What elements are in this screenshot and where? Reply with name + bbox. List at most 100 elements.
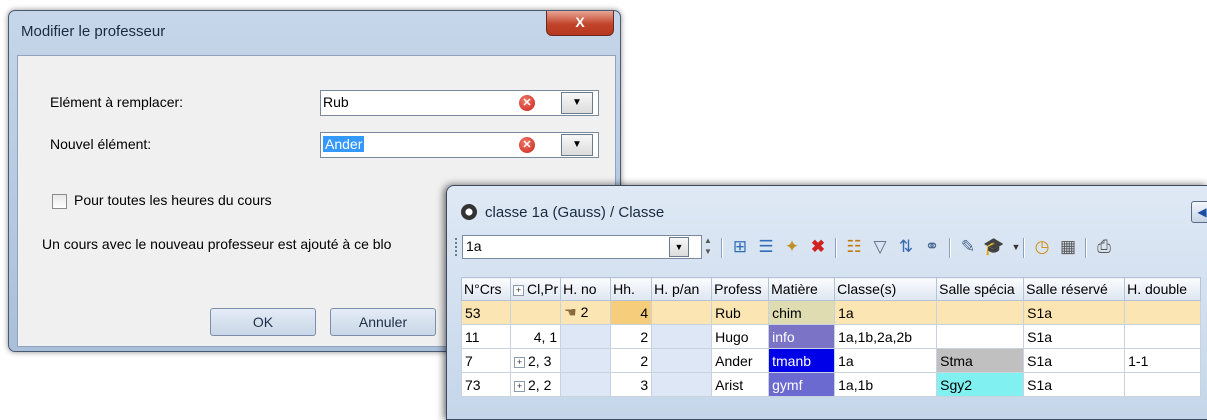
cell-class-prof[interactable]: [509, 300, 562, 325]
cell-course-number[interactable]: 7: [461, 348, 511, 373]
link-icon[interactable]: ⚭: [921, 236, 943, 258]
cell-class-prof-value: 2, 3: [528, 352, 552, 369]
cell-h-per-year[interactable]: [651, 324, 713, 349]
cell-h-per-year[interactable]: [651, 348, 713, 373]
window-action-icon[interactable]: ◀: [1191, 201, 1207, 223]
cell-subject[interactable]: info: [768, 324, 836, 349]
cell-h-per-year[interactable]: [651, 300, 713, 325]
class-selector[interactable]: 1a ▼: [462, 235, 702, 259]
cell-double-hour[interactable]: [1124, 324, 1202, 349]
cell-reserved-room[interactable]: S1a: [1023, 372, 1126, 397]
toolbar-separator: [1023, 238, 1025, 258]
cell-reserved-room[interactable]: S1a: [1023, 348, 1126, 373]
cell-h-no[interactable]: ☚ 2: [560, 300, 612, 325]
cell-double-hour[interactable]: [1124, 300, 1202, 325]
dropdown-arrow-icon[interactable]: ▼: [561, 134, 593, 156]
cell-teacher[interactable]: Hugo: [711, 324, 770, 349]
column-header[interactable]: Salle réservé: [1023, 277, 1126, 301]
cell-double-hour[interactable]: 1-1: [1124, 348, 1202, 373]
new-element-value[interactable]: Ander: [323, 136, 365, 152]
table-row[interactable]: 11 4, 1 2 Hugo info 1a,1b,2a,2b S1a: [461, 324, 1202, 349]
cell-classes[interactable]: 1a: [834, 348, 938, 373]
expand-icon[interactable]: +: [514, 356, 525, 368]
cell-special-room[interactable]: Sgy2: [936, 372, 1025, 397]
cell-special-room[interactable]: [936, 300, 1025, 325]
cell-hh[interactable]: 4: [610, 300, 653, 325]
cell-special-room[interactable]: Stma: [936, 348, 1025, 373]
cell-teacher[interactable]: Rub: [711, 300, 770, 325]
column-header[interactable]: Matière: [768, 277, 836, 301]
column-header[interactable]: Hh.: [610, 277, 653, 301]
new-element-label: Nouvel élément:: [50, 136, 152, 152]
delete-icon[interactable]: ✖: [807, 236, 829, 258]
grid-add-icon[interactable]: ⊞: [729, 236, 751, 258]
list-edit-icon[interactable]: ☷: [843, 236, 865, 258]
new-item-icon[interactable]: ✦: [781, 236, 803, 258]
cell-course-number[interactable]: 11: [461, 324, 511, 349]
cell-classes[interactable]: 1a,1b: [834, 372, 938, 397]
close-button[interactable]: X: [546, 11, 614, 36]
cell-hh[interactable]: 2: [610, 324, 653, 349]
clear-icon[interactable]: ✕: [519, 95, 535, 111]
column-header[interactable]: Profess: [711, 277, 770, 301]
ok-button[interactable]: OK: [210, 308, 316, 336]
cell-class-prof[interactable]: 4, 1: [509, 324, 562, 349]
column-header-label[interactable]: Cl,Pr: [527, 281, 558, 297]
cell-classes[interactable]: 1a: [834, 300, 938, 325]
cell-class-prof[interactable]: +2, 3: [509, 348, 562, 373]
clear-icon[interactable]: ✕: [519, 137, 535, 153]
column-header[interactable]: H. double: [1124, 277, 1202, 301]
column-header[interactable]: H. p/an: [651, 277, 713, 301]
cell-double-hour[interactable]: [1124, 372, 1202, 397]
cell-reserved-room[interactable]: S1a: [1023, 300, 1126, 325]
cell-subject[interactable]: chim: [768, 300, 836, 325]
cell-reserved-room[interactable]: S1a: [1023, 324, 1126, 349]
cell-teacher[interactable]: Arist: [711, 372, 770, 397]
table-row[interactable]: 7 +2, 3 2 Ander tmanb 1a Stma S1a 1-1: [461, 348, 1202, 373]
cell-subject[interactable]: tmanb: [768, 348, 836, 373]
dropdown-arrow-icon[interactable]: ▼: [561, 92, 593, 114]
sort-icon[interactable]: ⇅: [895, 236, 917, 258]
toolbar-grip[interactable]: [455, 238, 460, 256]
cell-course-number[interactable]: 73: [461, 372, 511, 397]
all-hours-checkbox[interactable]: [52, 194, 67, 209]
calculator-icon[interactable]: ▦: [1057, 236, 1079, 258]
class-selector-value[interactable]: 1a: [466, 238, 482, 254]
column-header[interactable]: Classe(s): [834, 277, 938, 301]
cell-h-no[interactable]: [560, 348, 612, 373]
cell-subject[interactable]: gymf: [768, 372, 836, 397]
cell-h-no-value: 2: [580, 304, 589, 320]
info-text: Un cours avec le nouveau professeur est …: [42, 236, 392, 252]
spinner-icon[interactable]: ▲ ▼: [702, 235, 714, 257]
column-header[interactable]: + Cl,Pr: [509, 277, 562, 301]
table-row[interactable]: 53 ☚ 2 4 Rub chim 1a S1a: [461, 300, 1202, 325]
replace-label: Elément à remplacer:: [50, 94, 184, 110]
cell-course-number[interactable]: 53: [461, 300, 511, 325]
expand-icon[interactable]: +: [513, 285, 524, 296]
list-icon[interactable]: ☰: [755, 236, 777, 258]
filter-icon[interactable]: ▽: [869, 236, 891, 258]
cell-classes[interactable]: 1a,1b,2a,2b: [834, 324, 938, 349]
dropdown-arrow-icon[interactable]: ▼: [669, 237, 689, 257]
tools-icon[interactable]: ✎: [957, 236, 979, 258]
clock-icon[interactable]: ◷: [1031, 236, 1053, 258]
expand-icon[interactable]: +: [514, 380, 525, 392]
column-header[interactable]: N°Crs: [461, 277, 511, 301]
cell-hh[interactable]: 2: [610, 348, 653, 373]
cancel-button[interactable]: Annuler: [330, 308, 436, 336]
replace-value[interactable]: Rub: [323, 94, 349, 110]
cell-h-per-year[interactable]: [651, 372, 713, 397]
cell-special-room[interactable]: [936, 324, 1025, 349]
table-row[interactable]: 73 +2, 2 3 Arist gymf 1a,1b Sgy2 S1a: [461, 372, 1202, 397]
cell-teacher[interactable]: Ander: [711, 348, 770, 373]
print-icon[interactable]: ⎙: [1093, 236, 1115, 258]
column-header[interactable]: H. no: [560, 277, 612, 301]
cell-h-no[interactable]: [560, 372, 612, 397]
cell-h-no[interactable]: [560, 324, 612, 349]
new-element-combobox[interactable]: Ander ✕ ▼: [320, 132, 599, 158]
cell-class-prof[interactable]: +2, 2: [509, 372, 562, 397]
graduation-cap-icon[interactable]: 🎓: [983, 236, 1005, 258]
cell-hh[interactable]: 3: [610, 372, 653, 397]
replace-combobox[interactable]: Rub ✕ ▼: [320, 90, 599, 116]
column-header[interactable]: Salle spécia: [936, 277, 1025, 301]
